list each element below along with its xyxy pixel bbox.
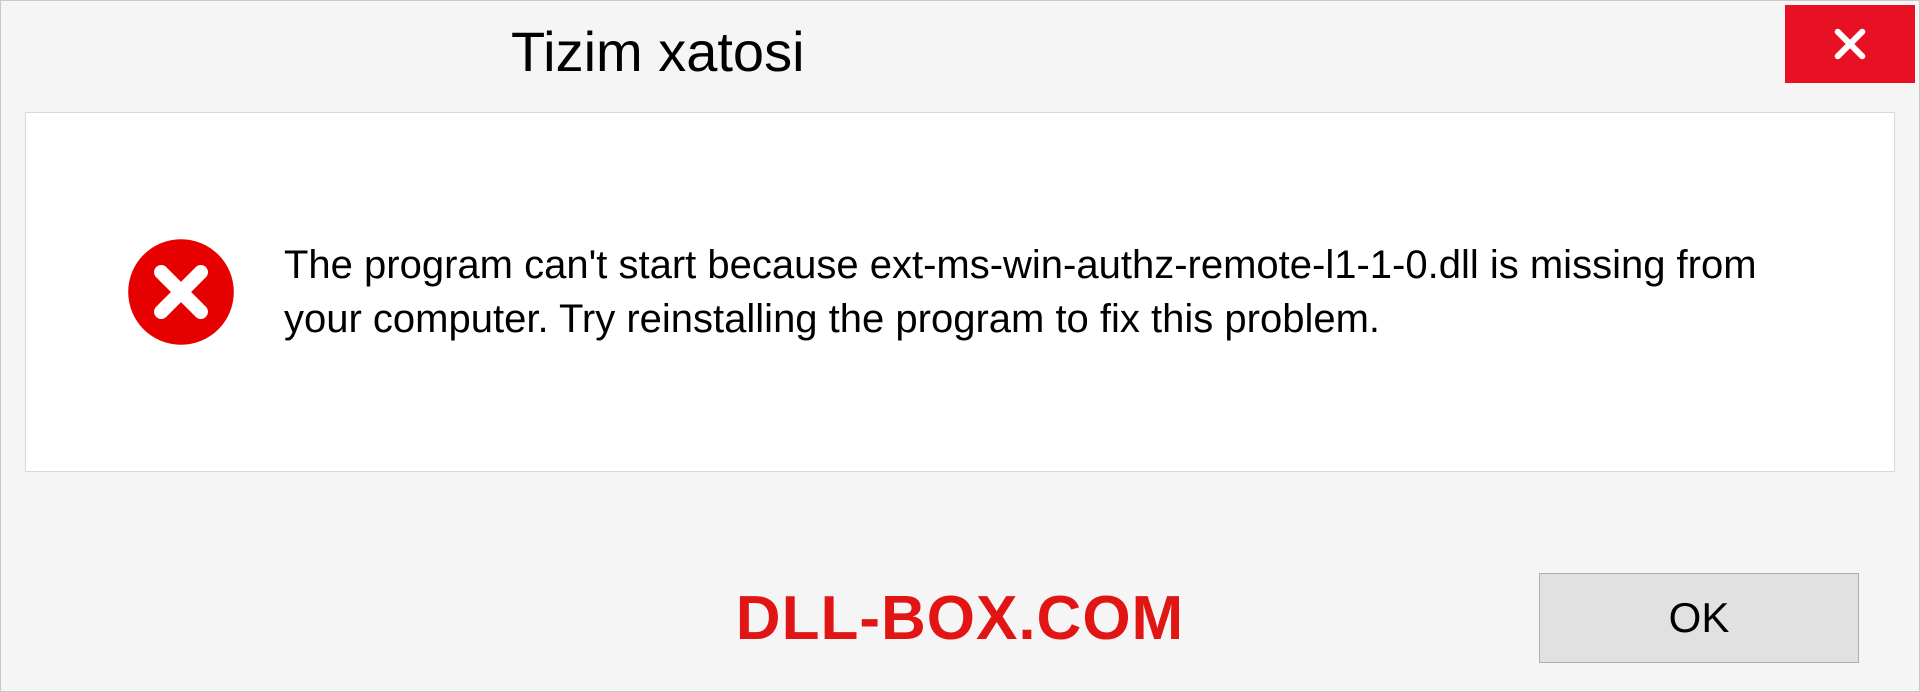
error-icon	[126, 237, 236, 347]
watermark-text: DLL-BOX.COM	[736, 583, 1184, 654]
dialog-footer: DLL-BOX.COM OK	[1, 549, 1919, 691]
error-dialog: Tizim xatosi The program can't start bec…	[0, 0, 1920, 692]
close-icon	[1829, 23, 1871, 65]
close-button[interactable]	[1785, 5, 1915, 83]
content-area: The program can't start because ext-ms-w…	[1, 84, 1919, 549]
titlebar: Tizim xatosi	[1, 1, 1919, 84]
error-message: The program can't start because ext-ms-w…	[284, 238, 1804, 346]
dialog-title: Tizim xatosi	[1, 1, 805, 84]
ok-button[interactable]: OK	[1539, 573, 1859, 663]
message-box: The program can't start because ext-ms-w…	[25, 112, 1895, 472]
